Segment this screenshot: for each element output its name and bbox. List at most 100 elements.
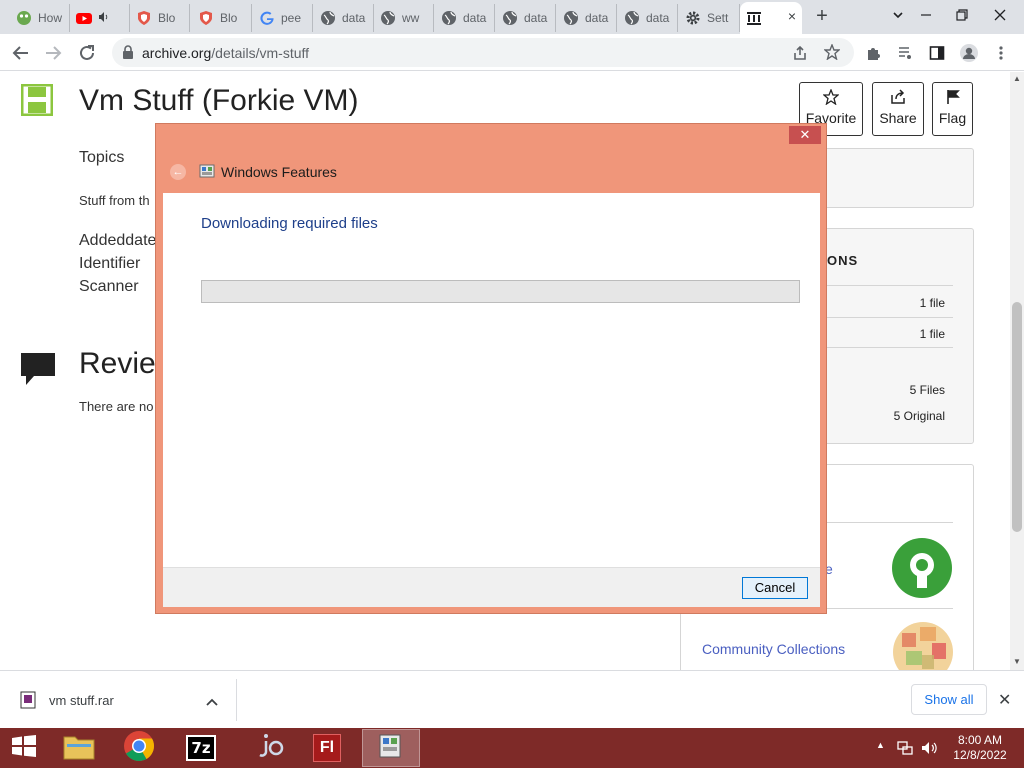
speech-bubble-icon <box>20 352 56 391</box>
reviews-text: There are no <box>79 399 154 414</box>
taskbar-7zip[interactable]: 7z <box>172 729 230 767</box>
tab-google[interactable]: pee <box>253 4 313 32</box>
tab-label: data <box>524 11 548 25</box>
chevron-up-icon[interactable] <box>206 694 218 712</box>
windows-features-icon <box>199 163 215 179</box>
close-window-icon[interactable] <box>990 6 1010 26</box>
shelf-divider <box>236 679 237 721</box>
scroll-thumb[interactable] <box>1012 302 1022 532</box>
flash-icon: Fl <box>313 734 341 762</box>
profile-avatar-icon[interactable] <box>958 42 980 64</box>
share-icon <box>890 89 906 108</box>
7zip-icon: 7z <box>186 735 216 761</box>
tab-gear[interactable]: Sett <box>679 4 740 32</box>
tab-label: pee <box>281 11 302 25</box>
tab-globe[interactable]: data <box>618 4 678 32</box>
tab-frog[interactable]: How <box>10 4 70 32</box>
taskbar-file-explorer[interactable] <box>50 729 108 767</box>
forward-button[interactable] <box>42 42 64 64</box>
close-shelf-icon[interactable]: ✕ <box>998 690 1011 710</box>
globe-icon <box>624 10 640 26</box>
chrome-menu-icon[interactable] <box>990 42 1012 64</box>
cancel-button[interactable]: Cancel <box>742 577 808 599</box>
tab-globe[interactable]: ww <box>374 4 434 32</box>
address-bar[interactable]: archive.org/details/vm-stuff <box>112 38 854 67</box>
network-icon[interactable] <box>897 740 913 759</box>
taskbar-windows-features[interactable] <box>362 729 420 767</box>
dialog-close-button[interactable]: ✕ <box>789 126 821 144</box>
clock-date: 12/8/2022 <box>953 748 1007 762</box>
minimize-icon[interactable] <box>916 6 936 26</box>
globe-icon <box>380 10 396 26</box>
globe-icon <box>441 10 457 26</box>
youtube-icon <box>76 10 92 26</box>
download-count[interactable]: 5 Original <box>894 409 945 423</box>
volume-icon[interactable] <box>921 740 939 759</box>
new-tab-button[interactable]: + <box>812 6 832 26</box>
shield-icon <box>198 10 214 26</box>
lock-icon <box>122 45 134 64</box>
tray-expand-icon[interactable]: ▲ <box>876 740 885 750</box>
side-panel-icon[interactable] <box>926 42 948 64</box>
taskbar-flash[interactable]: Fl <box>298 729 356 767</box>
tab-label: data <box>646 11 670 25</box>
shield-icon <box>136 10 152 26</box>
frog-icon <box>16 10 32 26</box>
speaker-icon[interactable] <box>98 11 110 26</box>
tab-label: How <box>38 11 63 25</box>
community-collections-link[interactable]: Community Collections <box>702 641 845 657</box>
flag-icon <box>945 90 961 108</box>
description-text: Stuff from th <box>79 193 150 208</box>
scroll-up-icon[interactable]: ▲ <box>1013 74 1021 83</box>
bookmark-star-icon[interactable] <box>823 43 841 65</box>
reload-button[interactable] <box>76 42 98 64</box>
progress-bar <box>201 280 800 303</box>
tab-shield[interactable]: Blo <box>130 4 190 32</box>
close-tab-icon[interactable]: × <box>788 8 796 24</box>
browser-toolbar: archive.org/details/vm-stuff <box>0 34 1024 71</box>
tab-globe[interactable]: data <box>314 4 374 32</box>
tab-globe[interactable]: data <box>557 4 617 32</box>
page-scrollbar[interactable]: ▲ ▼ <box>1010 72 1024 670</box>
system-clock[interactable]: 8:00 AM 12/8/2022 <box>944 733 1016 763</box>
back-button[interactable] <box>10 42 32 64</box>
taskbar-jio[interactable] <box>238 729 296 767</box>
identifier-label: Identifier <box>79 255 141 272</box>
media-control-icon[interactable] <box>894 42 916 64</box>
rar-file-icon <box>20 691 36 714</box>
floppy-disk-icon <box>20 83 54 121</box>
show-all-button[interactable]: Show all <box>911 684 987 715</box>
chrome-icon <box>123 730 155 767</box>
start-button[interactable] <box>0 729 48 767</box>
tab-shield[interactable]: Blo <box>192 4 252 32</box>
globe-icon <box>502 10 518 26</box>
windows-features-dialog: ✕ ← Windows Features Downloading require… <box>155 123 827 614</box>
gear-icon <box>685 10 701 26</box>
tab-active-archive[interactable]: × <box>740 2 802 34</box>
share-button[interactable]: Share <box>872 82 924 136</box>
windows-logo-icon <box>11 734 37 762</box>
tab-youtube[interactable] <box>70 4 130 32</box>
tab-label: ww <box>402 11 420 25</box>
windows-features-taskbar-icon <box>377 732 405 765</box>
tab-globe[interactable]: data <box>496 4 556 32</box>
restore-icon[interactable] <box>952 6 972 26</box>
extensions-icon[interactable] <box>862 42 884 64</box>
windows-taskbar: 7z Fl ▲ 8:00 AM 12/8/2022 <box>0 728 1024 768</box>
tab-search-icon[interactable] <box>888 6 908 26</box>
scroll-down-icon[interactable]: ▼ <box>1013 657 1021 666</box>
download-count[interactable]: 1 file <box>920 327 945 341</box>
share-page-icon[interactable] <box>792 45 808 66</box>
globe-icon <box>320 10 336 26</box>
downloaded-file-name[interactable]: vm stuff.rar <box>49 693 114 708</box>
download-count[interactable]: 1 file <box>920 296 945 310</box>
tab-label: Blo <box>158 11 176 25</box>
download-shelf: vm stuff.rar Show all ✕ <box>0 670 1024 728</box>
taskbar-chrome[interactable] <box>110 729 168 767</box>
page-title: Vm Stuff (Forkie VM) <box>79 84 359 117</box>
tab-strip: How Blo Blo pee data ww data data data data Sett ×… <box>0 0 1024 34</box>
download-count[interactable]: 5 Files <box>910 383 945 397</box>
tab-globe[interactable]: data <box>435 4 495 32</box>
back-arrow-icon[interactable]: ← <box>170 164 186 180</box>
flag-button[interactable]: Flag <box>932 82 973 136</box>
